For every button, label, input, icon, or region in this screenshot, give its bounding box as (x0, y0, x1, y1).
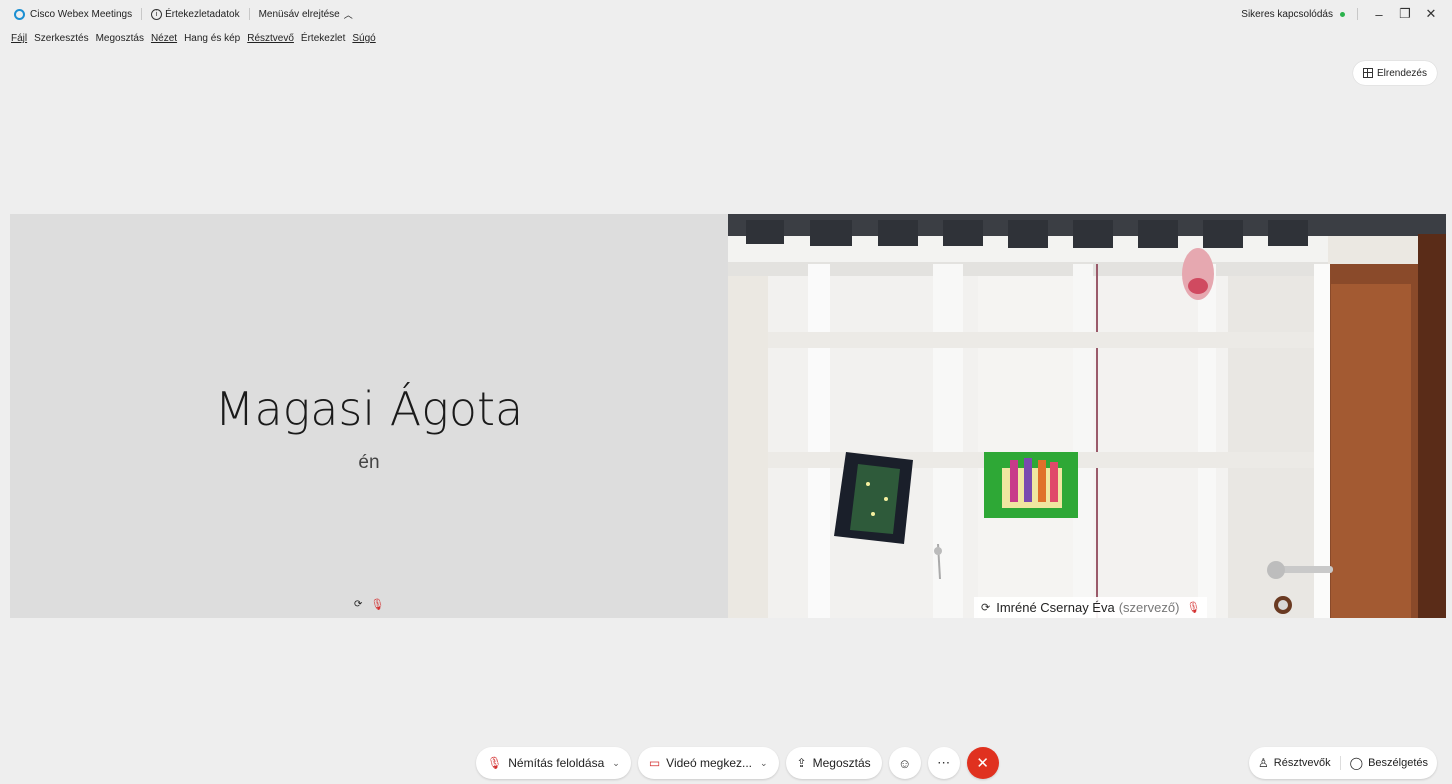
hide-menu-label: Menüsáv elrejtése (258, 8, 340, 20)
close-icon: ✕ (976, 755, 989, 772)
participants-label: Résztvevők (1273, 757, 1331, 769)
chevron-down-icon[interactable]: ⌄ (760, 758, 768, 769)
self-subtitle: én (358, 452, 380, 473)
menu-help[interactable]: Súgó (352, 33, 375, 44)
chat-bubble-icon: ◯ (1349, 756, 1364, 770)
remote-video-feed (728, 214, 1446, 618)
divider (141, 8, 143, 20)
self-video-tile[interactable]: Magasi Ágota én ⟳ 🎙︎ (10, 214, 728, 618)
chevron-down-icon[interactable]: ⌄ (612, 758, 620, 769)
meeting-controls: 🎙︎ Némítás feloldása ⌄ ▭ Videó megkez...… (476, 747, 999, 779)
remote-role: (szervező) (1118, 600, 1180, 615)
mic-muted-icon: 🎙︎ (1186, 602, 1201, 614)
end-call-button[interactable]: ✕ (966, 747, 999, 779)
menu-edit[interactable]: Szerkesztés (34, 33, 88, 44)
app-name: Cisco Webex Meetings (30, 8, 133, 20)
share-button[interactable]: ⇪ Megosztás (785, 747, 882, 779)
divider (248, 8, 250, 20)
self-status-icons: ⟳ 🎙︎ (354, 598, 384, 611)
menu-participant[interactable]: Résztvevő (247, 33, 294, 44)
connection-status: Sikeres kapcsolódás (1241, 8, 1333, 20)
close-window-icon[interactable]: ✕ (1420, 6, 1442, 22)
chat-label: Beszélgetés (1368, 757, 1428, 769)
audio-connected-icon: ⟳ (354, 599, 363, 610)
remote-name-tag: ⟳ Imréné Csernay Éva (szervező) 🎙︎ (974, 597, 1208, 618)
chevron-up-icon: ︿ (343, 9, 353, 20)
info-icon: i (151, 8, 163, 20)
remote-name: Imréné Csernay Éva (996, 600, 1115, 615)
more-options-button[interactable]: ⋯ (927, 747, 960, 779)
layout-label: Elrendezés (1376, 67, 1427, 79)
remote-video-tile[interactable]: ⟳ Imréné Csernay Éva (szervező) 🎙︎ (728, 214, 1446, 618)
menu-bar: Fájl Szerkesztés Megosztás Nézet Hang és… (11, 33, 383, 44)
menu-share[interactable]: Megosztás (96, 33, 144, 44)
hide-menu-button[interactable]: Menüsáv elrejtése ︿ (259, 8, 353, 21)
person-icon: ♙ (1258, 756, 1269, 770)
share-label: Megosztás (812, 756, 871, 770)
share-icon: ⇪ (796, 756, 807, 770)
minimize-icon[interactable]: – (1368, 7, 1390, 22)
chat-button[interactable]: ◯ Beszélgetés (1339, 756, 1437, 770)
webex-logo-icon (14, 8, 25, 20)
audio-connected-icon: ⟳ (981, 602, 991, 614)
menu-audio-video[interactable]: Hang és kép (184, 33, 240, 44)
participants-button[interactable]: ♙ Résztvevők (1249, 756, 1340, 770)
smiley-icon: ☺ (898, 755, 912, 771)
mic-muted-icon: 🎙︎ (370, 599, 385, 611)
grid-icon (1362, 68, 1373, 78)
ellipsis-icon: ⋯ (937, 755, 951, 770)
unmute-label: Némítás feloldása (508, 756, 605, 770)
layout-button[interactable]: Elrendezés (1352, 61, 1437, 85)
menu-file[interactable]: Fájl (11, 33, 27, 44)
restore-icon[interactable]: ❐ (1394, 6, 1416, 22)
start-video-label: Videó megkez... (666, 756, 752, 770)
video-off-icon: ▭ (648, 756, 661, 770)
title-bar: Cisco Webex Meetings i Értekezletadatok … (0, 0, 1452, 28)
start-video-button[interactable]: ▭ Videó megkez... ⌄ (637, 747, 779, 779)
divider (1357, 8, 1358, 20)
meeting-info-button[interactable]: i Értekezletadatok (151, 8, 240, 20)
menu-view[interactable]: Nézet (151, 33, 177, 44)
side-panel-controls: ♙ Résztvevők ◯ Beszélgetés (1249, 747, 1437, 779)
meeting-info-label: Értekezletadatok (165, 8, 240, 20)
unmute-button[interactable]: 🎙︎ Némítás feloldása ⌄ (476, 747, 631, 779)
mic-muted-icon: 🎙︎ (487, 756, 503, 770)
connection-status-dot (1340, 11, 1345, 17)
menu-meeting[interactable]: Értekezlet (301, 33, 345, 44)
reactions-button[interactable]: ☺ (888, 747, 921, 779)
self-name: Magasi Ágota (214, 382, 524, 436)
